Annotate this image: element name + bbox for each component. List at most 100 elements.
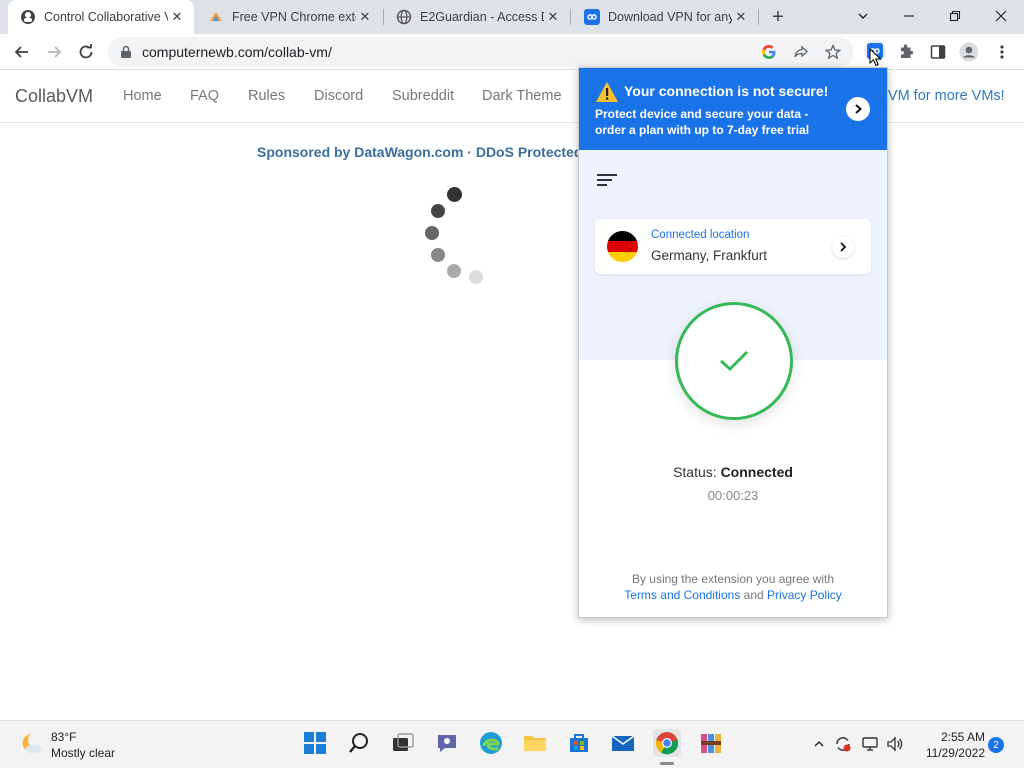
chevron-right-icon: [855, 104, 863, 114]
profile-avatar-icon[interactable]: [959, 42, 979, 62]
clock-date[interactable]: 11/29/2022: [913, 746, 985, 760]
nav-link-faq[interactable]: FAQ: [190, 88, 219, 104]
weather-temp: 83°F: [51, 730, 77, 744]
location-selector[interactable]: Connected location Germany, Frankfurt: [595, 219, 871, 274]
chrome-icon: [655, 732, 679, 755]
sync-icon[interactable]: [834, 735, 852, 753]
task-view-icon: [393, 733, 414, 751]
google-icon[interactable]: [760, 43, 778, 61]
chat-icon: [438, 735, 456, 752]
reload-icon: [79, 44, 93, 59]
tab-search-button[interactable]: [840, 0, 886, 32]
volume-icon[interactable]: [886, 735, 904, 753]
search-icon: [349, 733, 368, 753]
nav-link-dark-theme[interactable]: Dark Theme: [482, 88, 562, 104]
browser-toolbar: computernewb.com/collab-vm/: [0, 34, 1024, 70]
forward-button[interactable]: [40, 38, 68, 66]
connection-timer: 00:00:23: [707, 488, 759, 503]
kebab-menu-icon[interactable]: [992, 42, 1012, 62]
task-view-button[interactable]: [389, 729, 417, 757]
tab-strip: Control Collaborative Vi ✕ Free VPN Chro…: [0, 0, 1024, 34]
close-window-button[interactable]: [978, 0, 1024, 32]
tab-title: Control Collaborative Vi: [44, 10, 168, 24]
microsoft-store-button[interactable]: [565, 729, 593, 757]
vpn-site-icon: [208, 9, 224, 25]
infinity-icon: [584, 9, 600, 25]
spinner-dot: [431, 204, 445, 218]
hamburger-menu-icon[interactable]: [597, 172, 617, 193]
vpn-extension-popup: Your connection is not secure! Protect d…: [578, 67, 888, 618]
chrome-button[interactable]: [653, 729, 681, 757]
teams-chat-button[interactable]: [433, 729, 461, 757]
bookmark-star-icon[interactable]: [824, 43, 842, 61]
tab-separator: [758, 9, 759, 25]
close-tab-icon[interactable]: ✕: [356, 8, 374, 26]
tab-separator: [570, 9, 571, 25]
spinner-dot: [431, 248, 445, 262]
restore-icon: [949, 10, 961, 22]
nav-link-discord[interactable]: Discord: [314, 88, 363, 104]
side-panel-icon[interactable]: [928, 42, 948, 62]
close-tab-icon[interactable]: ✕: [544, 8, 562, 26]
tab-e2guardian[interactable]: E2Guardian - Access De ✕: [384, 0, 570, 34]
moon-cloud-icon: [19, 732, 45, 761]
connection-status: Status: Connected: [579, 464, 887, 480]
globe-icon: [396, 9, 412, 25]
minimize-button[interactable]: [886, 0, 932, 32]
weather-desc: Mostly clear: [51, 746, 116, 760]
minimize-icon: [904, 15, 914, 17]
clock-time[interactable]: 2:55 AM: [923, 730, 985, 744]
nav-link-subreddit[interactable]: Subreddit: [392, 88, 454, 104]
terms-link[interactable]: Terms and Conditions: [624, 588, 740, 602]
status-label: Status:: [673, 464, 717, 480]
start-button[interactable]: [301, 729, 329, 757]
chevron-right-icon[interactable]: [832, 236, 854, 258]
notification-badge[interactable]: 2: [988, 737, 1004, 753]
spinner-dot: [447, 187, 462, 202]
banner-arrow-button[interactable]: [846, 97, 870, 121]
lock-icon[interactable]: [120, 45, 132, 64]
restore-button[interactable]: [932, 0, 978, 32]
banner-subline-2: order a plan with up to 7-day free trial: [595, 123, 810, 137]
checkmark-icon: [720, 350, 749, 372]
chevron-up-icon[interactable]: [810, 735, 828, 753]
spinner-dot: [469, 270, 483, 284]
file-explorer-button[interactable]: [521, 729, 549, 757]
mail-button[interactable]: [609, 729, 637, 757]
insecure-connection-banner[interactable]: Your connection is not secure! Protect d…: [579, 68, 887, 150]
location-value: Germany, Frankfurt: [651, 248, 768, 263]
banner-subline: Protect device and secure your data - or…: [595, 106, 809, 138]
tab-free-vpn[interactable]: Free VPN Chrome exte ✕: [196, 0, 382, 34]
collabvm-icon: [20, 9, 36, 25]
share-icon[interactable]: [792, 43, 810, 61]
chevron-down-icon: [858, 13, 868, 19]
back-button[interactable]: [8, 38, 36, 66]
nav-link-rules[interactable]: Rules: [248, 88, 285, 104]
nav-link-home[interactable]: Home: [123, 88, 162, 104]
tab-collabvm[interactable]: Control Collaborative Vi ✕: [8, 0, 194, 34]
network-icon[interactable]: [861, 735, 879, 753]
tab-title: Download VPN for any: [608, 10, 732, 24]
sponsor-link[interactable]: Sponsored by DataWagon.com · DDoS Protec…: [257, 144, 582, 160]
close-tab-icon[interactable]: ✕: [732, 8, 750, 26]
windows-logo-icon: [304, 732, 326, 754]
edge-icon: [480, 732, 502, 754]
connection-toggle-button[interactable]: [675, 302, 793, 420]
search-button[interactable]: [345, 729, 373, 757]
terms-and: and: [743, 588, 764, 602]
extensions-puzzle-icon[interactable]: [896, 42, 916, 62]
tab-title: Free VPN Chrome exte: [232, 10, 356, 24]
tab-title: E2Guardian - Access De: [420, 10, 544, 24]
new-tab-button[interactable]: +: [766, 5, 790, 29]
tab-download-vpn[interactable]: Download VPN for any ✕: [572, 0, 758, 34]
edge-browser-button[interactable]: [477, 729, 505, 757]
more-vms-link[interactable]: erVM for more VMs!: [875, 88, 1005, 104]
site-brand[interactable]: CollabVM: [15, 86, 93, 107]
location-label: Connected location: [651, 229, 750, 241]
address-bar[interactable]: computernewb.com/collab-vm/: [108, 37, 854, 67]
spinner-dot: [447, 264, 461, 278]
reload-button[interactable]: [72, 38, 100, 66]
close-tab-icon[interactable]: ✕: [168, 8, 186, 26]
privacy-policy-link[interactable]: Privacy Policy: [767, 588, 842, 602]
winrar-button[interactable]: [697, 729, 725, 757]
